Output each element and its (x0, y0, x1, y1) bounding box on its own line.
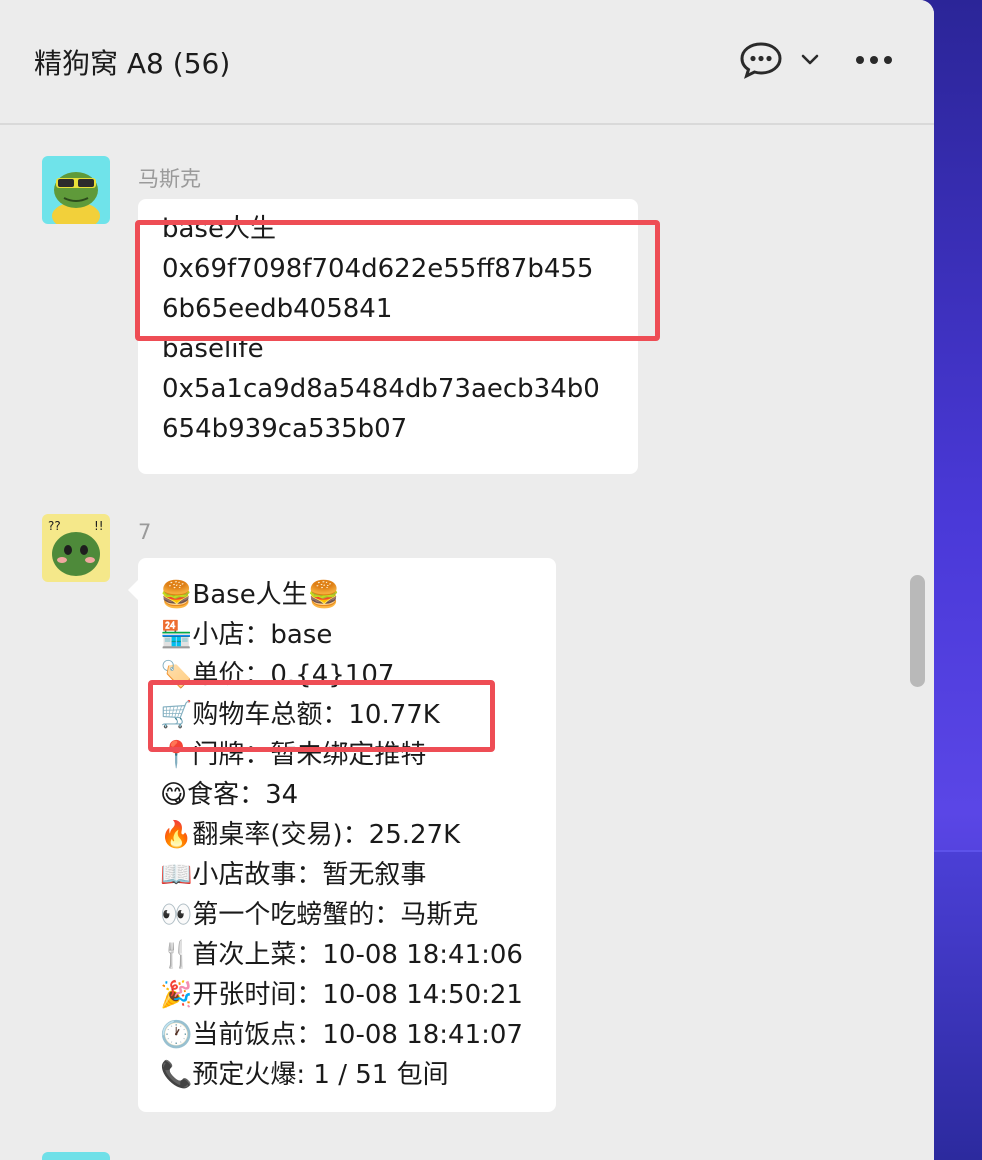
highlight-box (135, 220, 660, 341)
chat-title: 精狗窝 A8 (56) (34, 47, 231, 80)
frog-avatar-icon[interactable] (42, 156, 110, 224)
scrollbar-thumb[interactable] (910, 575, 925, 687)
message-line: 🏪小店：base (160, 620, 333, 650)
message-line: 🍔Base人生🍔 (160, 580, 341, 610)
message-line: 🎉开张时间：10-08 14:50:21 (160, 980, 523, 1010)
more-options-icon[interactable] (850, 44, 898, 76)
next-avatar-icon[interactable] (42, 1152, 110, 1160)
message-line: 🔥翻桌率(交易)：25.27K (160, 820, 461, 850)
sender-name: 马斯克 (138, 167, 201, 191)
message-bubble[interactable]: 🍔Base人生🍔 🏪小店：base 🏷️单价：0.{4}107 🛒购物车总额：1… (128, 558, 556, 1112)
chevron-down-icon[interactable] (796, 46, 824, 74)
chat-bubble-icon[interactable] (738, 40, 784, 80)
message-line: 📞预定火爆: 1 / 51 包间 (160, 1060, 449, 1090)
highlight-box (148, 680, 495, 752)
message-line: 0x5a1ca9d8a5484db73aecb34b0 (162, 374, 600, 404)
message-line: 👀第一个吃螃蟹的：马斯克 (160, 900, 479, 930)
message-line: 654b939ca535b07 (162, 414, 408, 444)
message-line: 😋食客：34 (160, 780, 299, 810)
chat-window: 精狗窝 A8 (56) 马斯克 base人生 0x69f7098f704d622… (0, 0, 934, 1160)
message-line: 📖小店故事：暂无叙事 (160, 860, 427, 890)
svg-text:??: ?? (48, 519, 61, 533)
message-line: 🕐当前饭点：10-08 18:41:07 (160, 1020, 523, 1050)
message-line: 🍴首次上菜：10-08 18:41:06 (160, 940, 523, 970)
sender-name: 7 (138, 520, 152, 544)
svg-text:!!: !! (94, 519, 104, 533)
message-list[interactable]: 马斯克 base人生 0x69f7098f704d622e55ff87b455 … (0, 127, 934, 1160)
chat-header: 精狗窝 A8 (56) (0, 0, 934, 125)
creature-avatar-icon[interactable]: ?? !! (42, 514, 110, 582)
